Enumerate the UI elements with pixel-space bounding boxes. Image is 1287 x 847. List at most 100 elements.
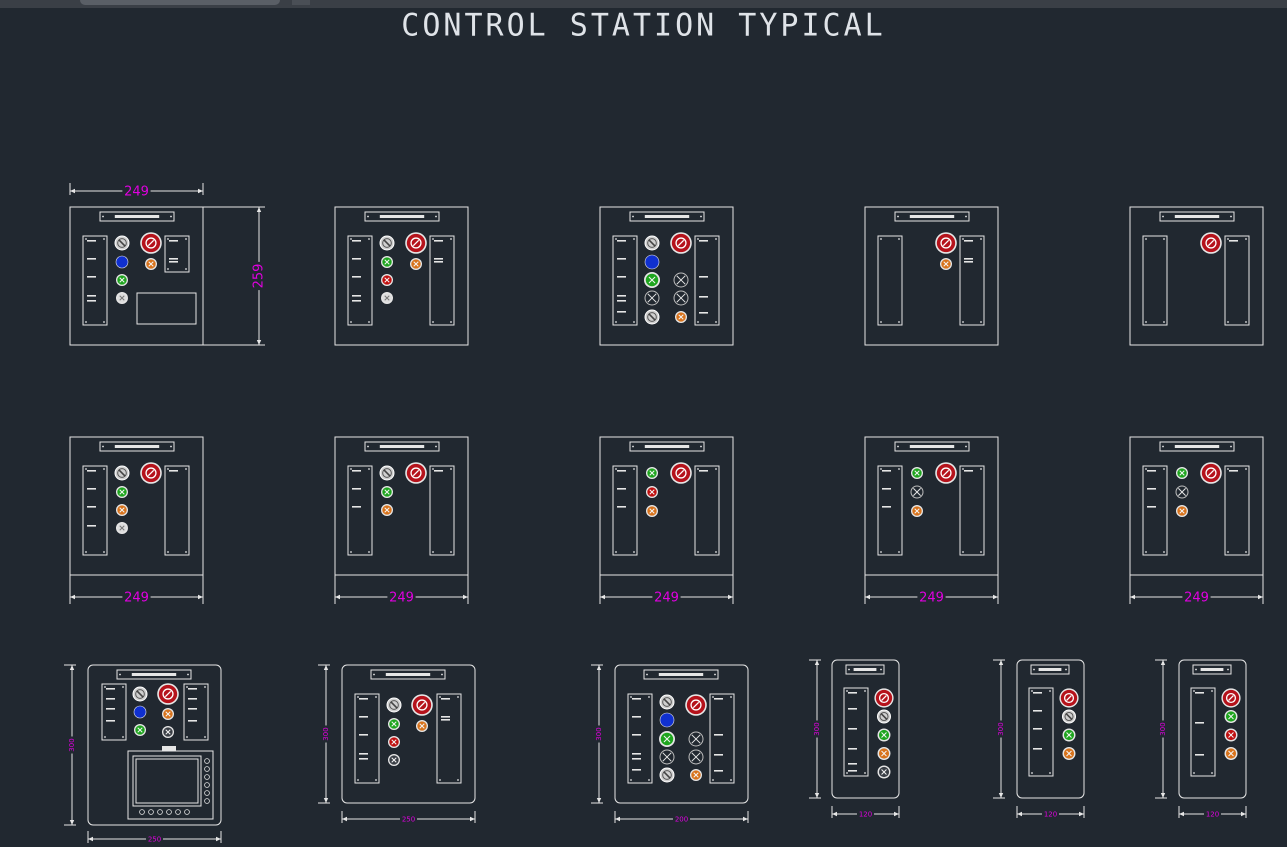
dimension-label: 249 xyxy=(389,591,414,606)
strip-tag xyxy=(441,719,450,721)
label-strip xyxy=(959,465,985,556)
orange-device xyxy=(646,505,658,517)
dimension-label: 200 xyxy=(675,816,688,824)
dim-arrow xyxy=(596,665,602,670)
width-dimension-row2-4: 249 xyxy=(864,589,999,606)
strip-screw xyxy=(880,468,882,470)
green-device xyxy=(381,256,393,268)
strip-screw xyxy=(103,238,105,240)
nameplate-text-bar xyxy=(1038,668,1062,671)
label-strip xyxy=(347,235,373,326)
strip-tag xyxy=(714,770,723,772)
strip-tag xyxy=(964,258,973,260)
strip-screw xyxy=(432,551,434,553)
strip-screw xyxy=(450,468,452,470)
nameplate-screw xyxy=(965,445,967,448)
label-strip-frame xyxy=(82,465,108,556)
label-strip xyxy=(82,235,108,326)
nameplate-text-bar xyxy=(131,673,177,676)
strip-tag xyxy=(699,240,708,242)
strip-tag xyxy=(352,488,361,490)
dimension-label: 300 xyxy=(1159,722,1167,735)
dim-arrow xyxy=(832,811,837,817)
strip-screw xyxy=(715,321,717,323)
estop-device xyxy=(935,462,957,484)
orange-device xyxy=(877,747,891,760)
nameplate-screw xyxy=(1230,215,1232,218)
sel-device xyxy=(877,709,891,724)
label-strip xyxy=(347,465,373,556)
nameplate-text-bar xyxy=(379,445,425,448)
estop-device xyxy=(411,694,433,716)
sel-device xyxy=(644,235,660,251)
hmi-key xyxy=(139,809,145,815)
strip-screw xyxy=(697,238,699,240)
dim-arrow xyxy=(70,188,75,194)
nameplate xyxy=(1159,441,1235,452)
dim-arrow xyxy=(615,816,620,822)
strip-tag xyxy=(106,720,115,722)
strip-tag xyxy=(169,261,178,263)
strip-screw xyxy=(712,696,714,698)
label-strip xyxy=(164,465,190,556)
dim-arrow xyxy=(323,798,329,803)
strip-screw xyxy=(350,238,352,240)
orange-device xyxy=(162,708,174,720)
blue-device xyxy=(115,255,129,269)
control-station-p4 xyxy=(864,206,999,346)
nameplate-text-bar xyxy=(644,215,690,218)
nameplate-text-bar xyxy=(909,445,955,448)
strip-screw xyxy=(1145,468,1147,470)
width-dimension-row2-5: 249 xyxy=(1129,589,1264,606)
strip-tag xyxy=(1147,470,1156,472)
dim-arrow xyxy=(1079,811,1084,817)
label-strip-frame xyxy=(354,693,380,784)
label-strip-frame xyxy=(1142,465,1168,556)
strip-screw xyxy=(457,696,459,698)
nameplate-screw xyxy=(897,445,899,448)
strip-tag xyxy=(106,708,115,710)
strip-tag xyxy=(106,698,115,700)
label-strip xyxy=(1224,235,1250,326)
dim-arrow xyxy=(463,594,468,600)
strip-screw xyxy=(697,551,699,553)
strip-screw xyxy=(1211,690,1213,692)
strip-tag xyxy=(87,240,96,242)
strip-tag xyxy=(848,748,857,750)
dim-arrow xyxy=(814,660,820,665)
width-dimension-p16: 120 xyxy=(1178,806,1247,819)
label-strip-frame xyxy=(959,465,985,556)
hmi-key xyxy=(204,790,210,796)
label-strip-frame xyxy=(1028,687,1054,777)
strip-tag xyxy=(434,258,443,260)
strip-screw xyxy=(432,238,434,240)
strip-screw xyxy=(730,779,732,781)
dimension-label: 249 xyxy=(124,591,149,606)
dark-device xyxy=(388,754,400,766)
nameplate-screw xyxy=(897,215,899,218)
white-device xyxy=(116,292,128,304)
nameplate-screw xyxy=(187,673,189,676)
strip-tag xyxy=(352,506,361,508)
strip-screw xyxy=(185,468,187,470)
strip-tag xyxy=(848,692,857,694)
estop-device xyxy=(935,232,957,254)
label-strip-frame xyxy=(1190,687,1216,777)
control-station-p6 xyxy=(69,436,204,576)
height-dimension-p15: 300 xyxy=(993,659,1005,799)
strip-screw xyxy=(715,468,717,470)
strip-screw xyxy=(1163,238,1165,240)
strip-screw xyxy=(103,551,105,553)
label-strip xyxy=(82,465,108,556)
dim-arrow xyxy=(70,594,75,600)
strip-tag xyxy=(714,754,723,756)
strip-tag xyxy=(352,295,361,297)
drawing-canvas[interactable]: 249 259 249 249 249 249 249 300 250 300 250 300 200 3… xyxy=(0,0,1287,847)
strip-screw xyxy=(630,696,632,698)
blue-button-body xyxy=(133,705,147,719)
estop-device xyxy=(157,683,179,705)
label-strip-frame xyxy=(709,693,735,784)
label-strip-frame xyxy=(429,235,455,326)
dimension-label: 300 xyxy=(813,722,821,735)
strip-tag xyxy=(617,300,626,302)
